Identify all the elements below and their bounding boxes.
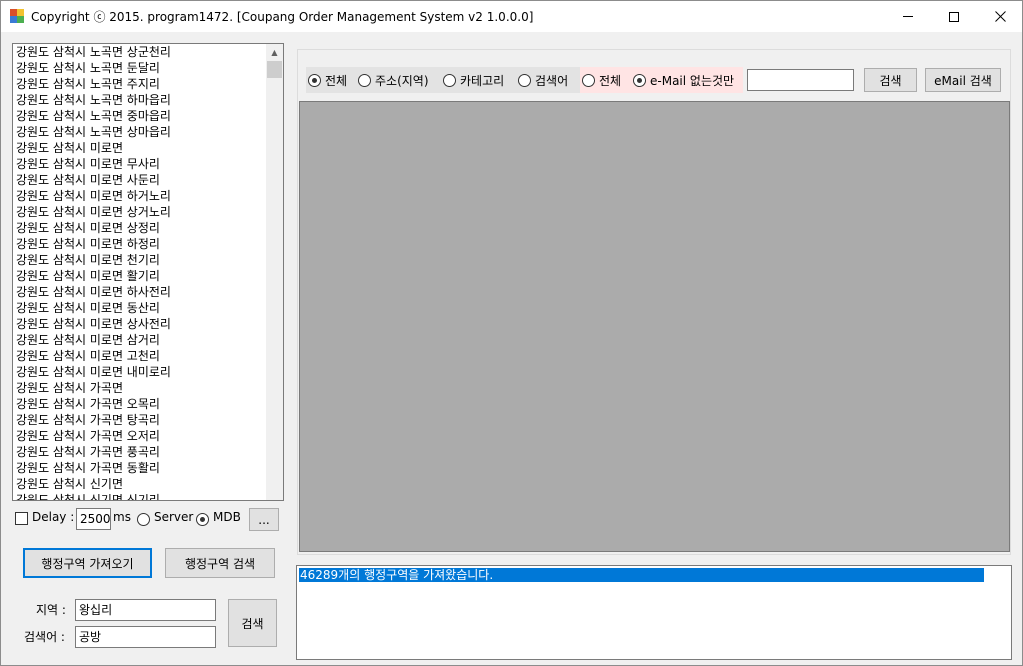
search-type-address-label: 주소(지역)	[375, 74, 429, 88]
region-list-item[interactable]: 강원도 삼척시 미로면 하사전리	[15, 284, 267, 300]
mdb-browse-button[interactable]: ...	[249, 508, 279, 531]
region-listbox[interactable]: 강원도 삼척시 노곡면 상군천리 강원도 삼척시 노곡면 둔달리 강원도 삼척시 노…	[12, 43, 284, 501]
region-list-item[interactable]: 강원도 삼척시 미로면 고천리	[15, 348, 267, 364]
region-field-label: 지역 :	[36, 603, 66, 617]
minimize-button[interactable]	[885, 1, 931, 32]
mdb-radio[interactable]	[196, 513, 209, 526]
region-list-item[interactable]: 강원도 삼척시 노곡면 둔달리	[15, 60, 267, 76]
window-title: Copyright ⓒ 2015. program1472. [Coupang …	[31, 10, 534, 24]
region-list-item[interactable]: 강원도 삼척시 노곡면 하마읍리	[15, 92, 267, 108]
server-radio-label: Server	[154, 510, 194, 524]
region-list-item[interactable]: 강원도 삼척시 미로면	[15, 140, 267, 156]
search-type-keyword-label: 검색어	[535, 74, 569, 88]
region-list-item[interactable]: 강원도 삼척시 미로면 무사리	[15, 156, 267, 172]
region-list-item[interactable]: 강원도 삼척시 노곡면 상군천리	[15, 44, 267, 60]
delay-checkbox[interactable]	[15, 512, 28, 525]
region-list-item[interactable]: 강원도 삼척시 미로면 동산리	[15, 300, 267, 316]
region-list-item[interactable]: 강원도 삼척시 가곡면	[15, 380, 267, 396]
minimize-icon	[903, 16, 913, 17]
region-list-item[interactable]: 강원도 삼척시 미로면 사둔리	[15, 172, 267, 188]
region-list-item[interactable]: 강원도 삼척시 미로면 활기리	[15, 268, 267, 284]
region-list-item[interactable]: 강원도 삼척시 신기면 신기리	[15, 492, 267, 500]
filter-search-input[interactable]	[747, 69, 854, 91]
delay-input[interactable]: 2500	[76, 508, 111, 530]
title-bar: Copyright ⓒ 2015. program1472. [Coupang …	[1, 1, 1022, 32]
delay-label: Delay :	[32, 510, 75, 524]
search-type-keyword-radio[interactable]	[518, 74, 531, 87]
log-line[interactable]: 46289개의 행정구역을 가져왔습니다.	[299, 568, 984, 582]
mdb-radio-label: MDB	[213, 510, 241, 524]
region-list-item[interactable]: 강원도 삼척시 미로면 내미로리	[15, 364, 267, 380]
region-list-item[interactable]: 강원도 삼척시 미로면 상거노리	[15, 204, 267, 220]
search-button[interactable]: 검색	[228, 599, 277, 647]
search-type-all-radio[interactable]	[308, 74, 321, 87]
scroll-up-arrow-icon[interactable]: ▲	[266, 44, 283, 61]
email-filter-all-radio[interactable]	[582, 74, 595, 87]
region-list-item[interactable]: 강원도 삼척시 가곡면 풍곡리	[15, 444, 267, 460]
region-list-item[interactable]: 강원도 삼척시 미로면 하거노리	[15, 188, 267, 204]
region-list-item[interactable]: 강원도 삼척시 가곡면 동활리	[15, 460, 267, 476]
region-list-item[interactable]: 강원도 삼척시 미로면 삼거리	[15, 332, 267, 348]
search-regions-button[interactable]: 행정구역 검색	[165, 548, 275, 578]
app-icon	[10, 9, 24, 23]
search-type-all-label: 전체	[325, 74, 348, 88]
maximize-button[interactable]	[931, 1, 977, 32]
main-window: Copyright ⓒ 2015. program1472. [Coupang …	[0, 0, 1023, 666]
close-button[interactable]	[977, 1, 1023, 32]
delay-unit-label: ms	[113, 510, 131, 524]
log-listbox[interactable]: 46289개의 행정구역을 가져왔습니다.	[296, 565, 1012, 660]
keyword-field-label: 검색어 :	[24, 630, 65, 644]
close-icon	[994, 11, 1006, 22]
region-list-item[interactable]: 강원도 삼척시 노곡면 중마읍리	[15, 108, 267, 124]
region-field[interactable]: 왕십리	[75, 599, 216, 621]
email-filter-missing-radio[interactable]	[633, 74, 646, 87]
region-list-item[interactable]: 강원도 삼척시 가곡면 오저리	[15, 428, 267, 444]
keyword-field[interactable]: 공방	[75, 626, 216, 648]
region-list-item[interactable]: 강원도 삼척시 미로면 상사전리	[15, 316, 267, 332]
maximize-icon	[949, 11, 959, 22]
region-list-item[interactable]: 강원도 삼척시 미로면 상정리	[15, 220, 267, 236]
email-filter-all-label: 전체	[599, 74, 622, 88]
email-filter-missing-label: e-Mail 없는것만	[650, 74, 735, 88]
region-list-items: 강원도 삼척시 노곡면 상군천리 강원도 삼척시 노곡면 둔달리 강원도 삼척시 노…	[15, 44, 267, 500]
region-list-scrollbar[interactable]: ▲	[266, 44, 283, 500]
search-type-category-radio[interactable]	[443, 74, 456, 87]
region-list-item[interactable]: 강원도 삼척시 가곡면 탕곡리	[15, 412, 267, 428]
search-type-address-radio[interactable]	[358, 74, 371, 87]
results-grid[interactable]	[299, 101, 1010, 552]
search-type-category-label: 카테고리	[460, 74, 505, 88]
region-list-item[interactable]: 강원도 삼척시 미로면 하정리	[15, 236, 267, 252]
fetch-regions-button[interactable]: 행정구역 가져오기	[23, 548, 152, 578]
region-list-item[interactable]: 강원도 삼척시 노곡면 상마읍리	[15, 124, 267, 140]
email-search-button[interactable]: eMail 검색	[925, 68, 1001, 92]
filter-search-button[interactable]: 검색	[864, 68, 917, 92]
region-list-item[interactable]: 강원도 삼척시 신기면	[15, 476, 267, 492]
region-list-item[interactable]: 강원도 삼척시 노곡면 주지리	[15, 76, 267, 92]
region-list-item[interactable]: 강원도 삼척시 가곡면 오목리	[15, 396, 267, 412]
region-list-item[interactable]: 강원도 삼척시 미로면 천기리	[15, 252, 267, 268]
server-radio[interactable]	[137, 513, 150, 526]
scroll-thumb[interactable]	[267, 61, 282, 78]
